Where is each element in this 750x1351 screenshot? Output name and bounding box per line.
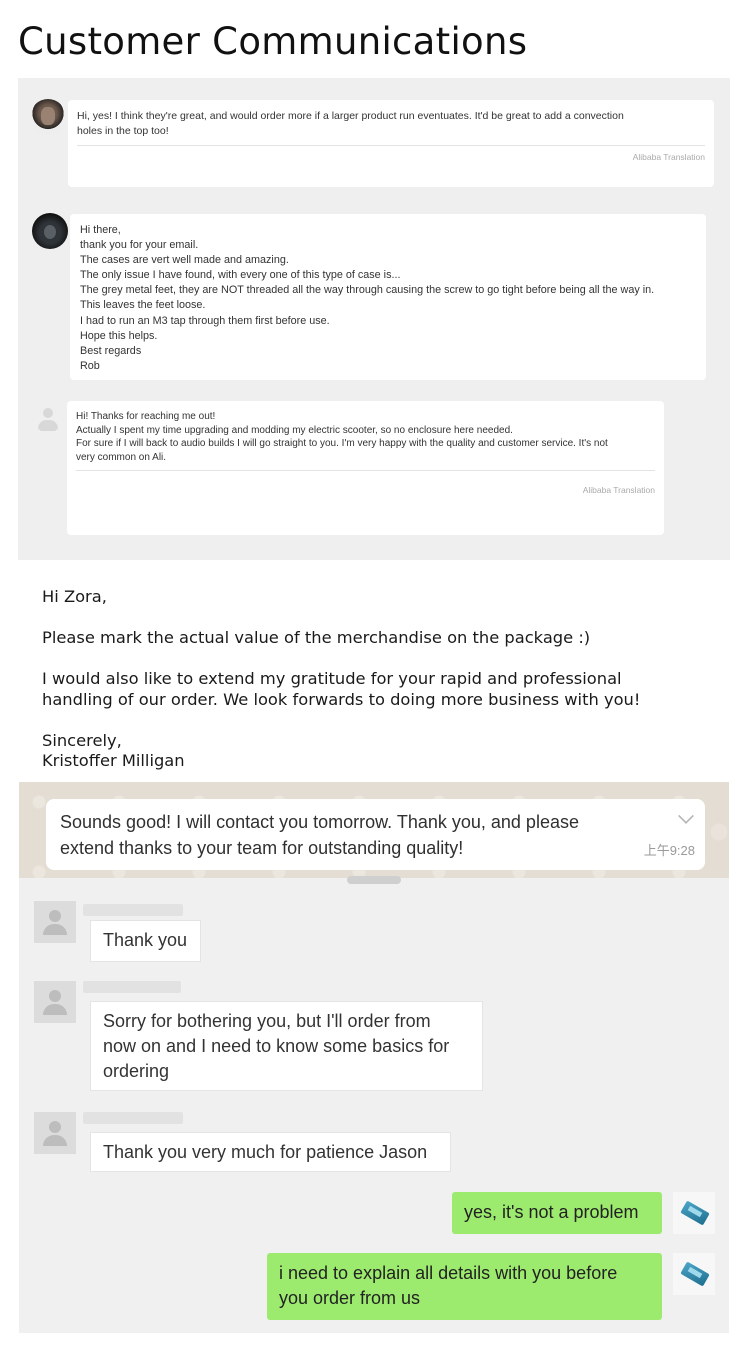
scroll-indicator[interactable] (347, 876, 401, 884)
message-line: Best regards (80, 344, 142, 357)
email-paragraph: I would also like to extend my gratitude… (42, 669, 732, 710)
whatsapp-chat-panel: Sounds good! I will contact you tomorrow… (19, 782, 729, 878)
email-greeting: Hi Zora, (42, 587, 107, 606)
customer-avatar (32, 213, 68, 249)
message-line: Sounds good! I will contact you tomorrow… (60, 812, 579, 832)
message-line: thank you for your email. (80, 239, 199, 252)
message-line: Actually I spent my time upgrading and m… (76, 424, 513, 436)
whatsapp-message: Sounds good! I will contact you tomorrow… (46, 799, 705, 870)
message-line: Hi! Thanks for reaching me out! (76, 411, 216, 422)
translation-label: Alibaba Translation (632, 152, 705, 162)
alibaba-chat-panel: Hi, yes! I think they're great, and woul… (18, 78, 730, 560)
message-line: Rob (80, 359, 100, 372)
default-user-avatar (34, 901, 76, 943)
chat-message: Hi there, thank you for your email. The … (70, 214, 706, 380)
message-line: you order from us (279, 1288, 421, 1308)
default-user-avatar (35, 407, 61, 433)
message-line: Hi there, (80, 224, 121, 236)
email-signature: Kristoffer Milligan (42, 751, 185, 770)
incoming-message: Thank you very much for patience Jason (90, 1132, 451, 1172)
incoming-message: Thank you (90, 920, 201, 962)
message-line: very common on Ali. (76, 451, 167, 463)
message-line: I had to run an M3 tap through them firs… (80, 314, 330, 327)
translation-label: Alibaba Translation (582, 485, 655, 495)
email-body: Hi Zora, Please mark the actual value of… (42, 587, 732, 772)
message-line: For sure if I will back to audio builds … (76, 438, 608, 449)
message-line: yes, it's not a problem (464, 1202, 639, 1222)
email-signoff: Sincerely, Kristoffer Milligan (42, 731, 732, 772)
default-user-avatar (34, 1112, 76, 1154)
message-line: Hope this helps. (80, 329, 158, 342)
sender-name-placeholder (83, 904, 183, 916)
message-line: holes in the top too! (77, 125, 169, 137)
page-title: Customer Communications (18, 20, 528, 63)
message-line: The cases are vert well made and amazing… (80, 254, 289, 267)
message-line: Thank you very much for patience Jason (103, 1142, 428, 1162)
message-line: extend thanks to your team for outstandi… (60, 838, 464, 858)
message-line: Thank you (103, 930, 188, 950)
message-line: Hi, yes! I think they're great, and woul… (77, 110, 624, 122)
chat-message: Hi, yes! I think they're great, and woul… (68, 100, 714, 187)
agent-avatar (673, 1192, 715, 1234)
customer-avatar (30, 99, 66, 135)
incoming-message: Sorry for bothering you, but I'll order … (90, 1001, 483, 1091)
default-user-avatar (34, 981, 76, 1023)
message-line: The only issue I have found, with every … (80, 269, 401, 282)
email-line: handling of our order. We look forwards … (42, 689, 641, 709)
sender-name-placeholder (83, 981, 181, 993)
outgoing-message: yes, it's not a problem (452, 1192, 662, 1234)
message-line: now on and I need to know some basics fo… (103, 1036, 450, 1056)
message-line: Sorry for bothering you, but I'll order … (103, 1011, 431, 1031)
outgoing-message: i need to explain all details with you b… (267, 1253, 662, 1320)
chat-message: Hi! Thanks for reaching me out! Actually… (67, 401, 664, 535)
sender-name-placeholder (83, 1112, 183, 1124)
email-line: I would also like to extend my gratitude… (42, 669, 622, 688)
message-line: The grey metal feet, they are NOT thread… (80, 284, 655, 297)
message-line: ordering (103, 1061, 170, 1081)
email-paragraph: Please mark the actual value of the merc… (42, 628, 591, 647)
email-closing: Sincerely, (42, 730, 122, 750)
support-chat-panel: Thank you Sorry for bothering you, but I… (19, 878, 729, 1333)
message-line: This leaves the feet loose. (80, 299, 206, 312)
message-line: i need to explain all details with you b… (279, 1263, 618, 1283)
message-time: 上午9:28 (643, 843, 695, 858)
agent-avatar (673, 1253, 715, 1295)
